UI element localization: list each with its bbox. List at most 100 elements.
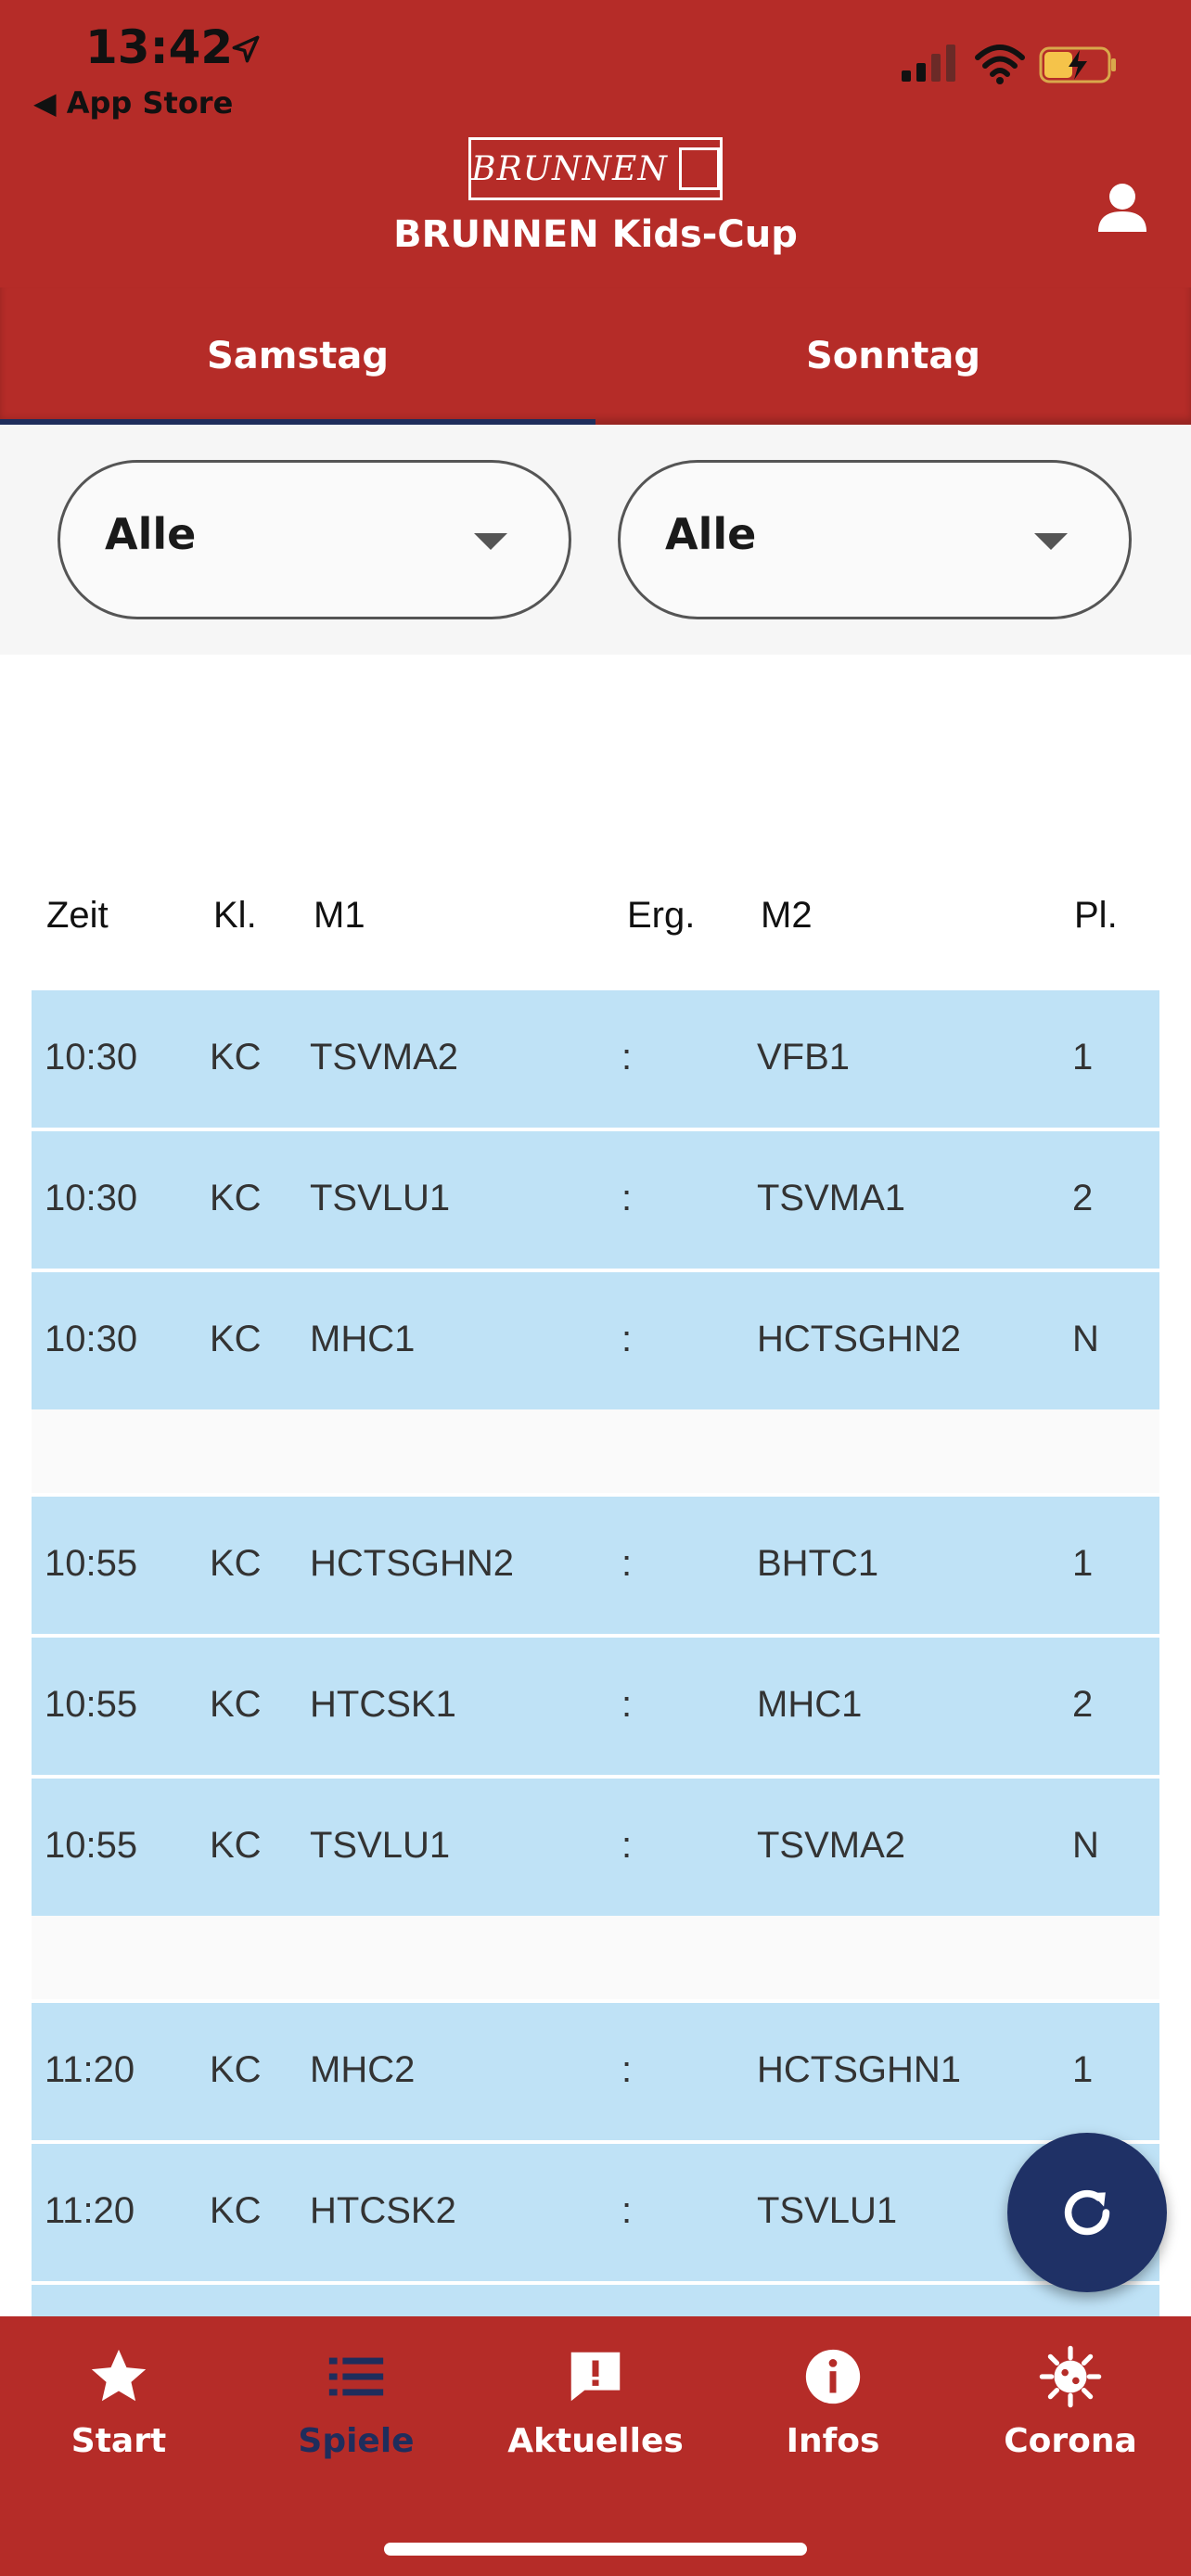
cell-result: : — [621, 1319, 633, 1359]
tab-samstag-label: Samstag — [206, 335, 390, 377]
cell-result: : — [621, 2049, 633, 2090]
cell-m1: TSVLU1 — [310, 1825, 451, 1866]
cell-m2: TSVLU1 — [757, 2190, 898, 2231]
logo-mark — [678, 147, 720, 190]
cell-result: : — [621, 1178, 633, 1218]
star-icon — [91, 2349, 147, 2402]
nav-item-corona[interactable]: Corona — [952, 2344, 1189, 2483]
tab-sonntag-label: Sonntag — [806, 335, 980, 377]
nav-item-aktuelles[interactable]: Aktuelles — [477, 2344, 714, 2483]
table-row[interactable]: 10:55 KC HTCSK1 : MHC1 2 — [32, 1638, 1159, 1775]
back-to-app-store[interactable]: ◀ App Store — [33, 85, 233, 121]
cellular-signal-icon — [902, 45, 955, 82]
logo-text: BRUNNEN — [471, 149, 668, 188]
filter-select-1[interactable]: Alle — [58, 460, 571, 619]
cell-m1: HCTSGHN2 — [310, 1543, 515, 1584]
nav-item-infos[interactable]: Infos — [714, 2344, 952, 2483]
cell-time: 10:55 — [45, 1684, 138, 1725]
table-row[interactable]: 10:30 KC TSVLU1 : TSVMA1 2 — [32, 1131, 1159, 1269]
brunnen-logo: BRUNNEN — [468, 137, 723, 200]
cell-m2: MHC1 — [757, 1684, 863, 1725]
filter-bar: Alle Alle — [0, 425, 1191, 655]
refresh-icon — [1064, 2189, 1110, 2236]
nav-item-start[interactable]: Start — [0, 2344, 237, 2483]
nav-label-start: Start — [70, 2422, 167, 2460]
nav-label-corona: Corona — [1004, 2422, 1137, 2460]
cell-class: KC — [210, 2190, 262, 2231]
col-header-time: Zeit — [46, 895, 109, 936]
col-header-m1: M1 — [314, 895, 365, 936]
app-header: 13:42 ◀ App Store BRUNNEN BRUNNEN Kids-C… — [0, 0, 1191, 287]
info-icon — [805, 2349, 861, 2404]
cell-m1: MHC2 — [310, 2049, 416, 2090]
cell-place: N — [1072, 1825, 1099, 1866]
cell-time: 10:55 — [45, 1543, 138, 1584]
caret-down-icon — [474, 533, 507, 550]
table-row[interactable]: 11:20 KC HTCSK2 : TSVLU1 — [32, 2144, 1159, 2281]
cell-time: 10:55 — [45, 1825, 138, 1866]
filter-select-2-value: Alle — [665, 509, 757, 559]
tab-sonntag[interactable]: Sonntag — [596, 287, 1191, 425]
col-header-result: Erg. — [627, 895, 696, 936]
cell-time: 11:20 — [45, 2190, 135, 2231]
page-title: BRUNNEN Kids-Cup — [393, 213, 798, 256]
battery-charging-icon — [1039, 46, 1116, 83]
cell-m2: BHTC1 — [757, 1543, 879, 1584]
tab-samstag[interactable]: Samstag — [0, 287, 596, 425]
cell-time: 10:30 — [45, 1178, 138, 1218]
list-icon — [328, 2357, 384, 2396]
filter-select-2[interactable]: Alle — [618, 460, 1132, 619]
cell-class: KC — [210, 2049, 262, 2090]
round-separator — [32, 1409, 1159, 1493]
nav-label-infos: Infos — [786, 2422, 880, 2460]
col-header-class: Kl. — [213, 895, 257, 936]
table-row[interactable]: 10:55 KC HCTSGHN2 : BHTC1 1 — [32, 1497, 1159, 1634]
status-icons — [900, 43, 1122, 89]
cell-m2: TSVMA1 — [757, 1178, 906, 1218]
filter-select-1-value: Alle — [105, 509, 197, 559]
day-tabs: Samstag Sonntag — [0, 287, 1191, 425]
nav-item-spiele[interactable]: Spiele — [237, 2344, 475, 2483]
col-header-place: Pl. — [1074, 895, 1118, 936]
cell-place: 2 — [1072, 1178, 1094, 1218]
bottom-nav: Start Spiele Aktuelles Infos Corona — [0, 2316, 1191, 2576]
back-label: App Store — [66, 85, 234, 121]
cell-m1: TSVLU1 — [310, 1178, 451, 1218]
home-indicator — [384, 2543, 807, 2556]
cell-place: 2 — [1072, 1684, 1094, 1725]
profile-icon[interactable] — [1095, 180, 1150, 236]
cell-result: : — [621, 2190, 633, 2231]
nav-label-spiele: Spiele — [298, 2422, 415, 2460]
refresh-button[interactable] — [1007, 2133, 1167, 2292]
table-row[interactable]: 10:30 KC MHC1 : HCTSGHN2 N — [32, 1272, 1159, 1409]
cell-result: : — [621, 1825, 633, 1866]
status-time: 13:42 — [85, 20, 234, 74]
table-header: Zeit Kl. M1 Erg. M2 Pl. — [32, 886, 1159, 960]
cell-class: KC — [210, 1037, 262, 1078]
cell-result: : — [621, 1037, 633, 1078]
cell-time: 10:30 — [45, 1319, 138, 1359]
round-separator — [32, 1916, 1159, 1999]
cell-class: KC — [210, 1178, 262, 1218]
exclamation-bubble-icon — [570, 2352, 621, 2402]
wifi-icon — [975, 45, 1025, 84]
table-row[interactable]: 10:55 KC TSVLU1 : TSVMA2 N — [32, 1779, 1159, 1916]
cell-place: N — [1072, 1319, 1099, 1359]
cell-m2: HCTSGHN1 — [757, 2049, 962, 2090]
virus-icon — [1039, 2345, 1102, 2408]
cell-m1: HTCSK2 — [310, 2190, 456, 2231]
cell-m2: VFB1 — [757, 1037, 851, 1078]
cell-time: 11:20 — [45, 2049, 135, 2090]
cell-result: : — [621, 1684, 633, 1725]
cell-m1: HTCSK1 — [310, 1684, 456, 1725]
location-arrow-icon — [232, 35, 260, 63]
table-row[interactable]: 10:30 KC TSVMA2 : VFB1 1 — [32, 990, 1159, 1128]
cell-place: 1 — [1072, 1543, 1094, 1584]
col-header-m2: M2 — [761, 895, 813, 936]
cell-class: KC — [210, 1825, 262, 1866]
caret-down-icon — [1034, 533, 1068, 550]
cell-m1: MHC1 — [310, 1319, 416, 1359]
table-row[interactable]: 11:20 KC MHC2 : HCTSGHN1 1 — [32, 2003, 1159, 2140]
cell-class: KC — [210, 1543, 262, 1584]
cell-m2: HCTSGHN2 — [757, 1319, 962, 1359]
